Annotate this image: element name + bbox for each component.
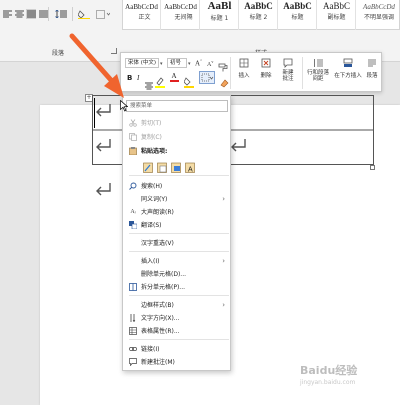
menu-item-paste-options: 粘贴选项:	[123, 144, 230, 157]
grow-font-icon[interactable]: A^	[195, 58, 202, 67]
style-heading-1[interactable]: AaBl 标题 1	[201, 0, 239, 30]
style-title[interactable]: AaBbC 标题	[279, 0, 317, 30]
menu-separator	[129, 175, 229, 176]
style-subtle-emphasis[interactable]: AaBbCcDd 不明显强调	[357, 0, 400, 30]
copy-icon	[129, 132, 137, 141]
align-center-icon[interactable]	[145, 75, 153, 94]
paragraph-mark-icon	[95, 181, 113, 200]
style-heading-2[interactable]: AaBbC 标题 2	[240, 0, 278, 30]
menu-item-link[interactable]: 链接(I)	[123, 342, 230, 355]
text-direction-icon	[129, 313, 137, 322]
table-properties-icon	[129, 326, 137, 335]
toolbar-divider	[230, 57, 231, 89]
new-comment-icon	[129, 357, 137, 366]
submenu-arrow-icon: ›	[222, 194, 225, 203]
menu-item-synonyms[interactable]: 同义词(Y) ›	[123, 192, 230, 205]
font-size-select[interactable]: 初号	[167, 58, 187, 68]
insert-below-button[interactable]: 在下方插入	[333, 58, 363, 79]
menu-item-copy[interactable]: 复制(C)	[123, 130, 230, 143]
mini-toolbar: 宋体 (中文) ▾ 初号 ▾ A^ Av B I A 插入 删除 新建 批注 行…	[120, 52, 382, 92]
delete-button[interactable]: 删除	[255, 58, 277, 79]
style-subtitle[interactable]: AaBbC 副标题	[318, 0, 356, 30]
watermark: Baidu经验 jingyan.baidu.com	[300, 362, 398, 398]
paragraph-mark-icon	[95, 137, 113, 156]
menu-separator	[129, 339, 229, 340]
insert-button[interactable]: 插入	[233, 58, 255, 79]
menu-item-new-comment[interactable]: 新建批注(M)	[123, 355, 230, 368]
shrink-font-icon[interactable]: Av	[207, 59, 213, 68]
paragraph-button[interactable]: 段落	[363, 58, 381, 79]
paragraph-mark-icon	[230, 137, 248, 156]
style-no-spacing[interactable]: AaBbCcDd 无间隔	[162, 0, 200, 30]
font-color-button[interactable]: A	[169, 72, 179, 84]
menu-item-translate[interactable]: 翻译(S)	[123, 218, 230, 231]
menu-item-split-cells[interactable]: 拆分单元格(P)...	[123, 280, 230, 293]
font-name-dropdown-icon[interactable]: ▾	[160, 61, 163, 67]
line-spacing-button[interactable]: 行和段落 间距	[304, 58, 332, 82]
shading-icon[interactable]	[183, 73, 196, 92]
submenu-arrow-icon: ›	[222, 300, 225, 309]
styles-gallery[interactable]: AaBbCcDd 正文 AaBbCcDd 无间隔 AaBl 标题 1 AaBbC…	[122, 0, 400, 30]
paste-options-row: A	[143, 158, 223, 174]
font-size-dropdown-icon[interactable]: ▾	[188, 61, 191, 67]
watermark-logo: Baidu经验	[300, 364, 358, 377]
menu-item-insert[interactable]: 插入(I) ›	[123, 254, 230, 267]
new-comment-button[interactable]: 新建 批注	[277, 58, 299, 82]
menu-separator	[129, 233, 229, 234]
read-aloud-icon: A)	[130, 208, 136, 215]
eraser-icon[interactable]	[219, 73, 229, 92]
menu-item-read-aloud[interactable]: A) 大声朗读(R)	[123, 205, 230, 218]
menu-item-search[interactable]: 搜索(H)	[123, 179, 230, 192]
highlight-icon[interactable]	[155, 73, 167, 92]
borders-button[interactable]	[199, 71, 215, 84]
search-icon	[129, 182, 137, 190]
menu-item-hanzi-reconvert[interactable]: 汉字重选(V)	[123, 236, 230, 249]
menu-item-delete-cells[interactable]: 删除单元格(D)...	[123, 267, 230, 280]
toolbar-divider	[302, 57, 303, 89]
menu-item-table-properties[interactable]: 表格属性(R)...	[123, 324, 230, 337]
annotation-arrow	[69, 33, 124, 98]
paste-icon	[129, 146, 137, 155]
watermark-url: jingyan.baidu.com	[300, 379, 356, 386]
svg-text:A: A	[188, 167, 193, 174]
menu-separator	[129, 295, 229, 296]
link-icon	[129, 345, 137, 353]
menu-separator	[129, 251, 229, 252]
translate-icon	[129, 220, 137, 229]
menu-item-text-direction[interactable]: 文字方向(X)...	[123, 311, 230, 324]
menu-item-border-styles[interactable]: 边框样式(B) ›	[123, 298, 230, 311]
split-cells-icon	[129, 282, 137, 291]
menu-search-input[interactable]: 搜索菜单	[126, 100, 228, 112]
submenu-arrow-icon: ›	[222, 256, 225, 265]
context-menu: 搜索菜单 剪切(T) 复制(C) 粘贴选项: A 搜索(H) 同义词(Y) › …	[122, 95, 231, 371]
table-resize-handle[interactable]	[370, 165, 375, 170]
